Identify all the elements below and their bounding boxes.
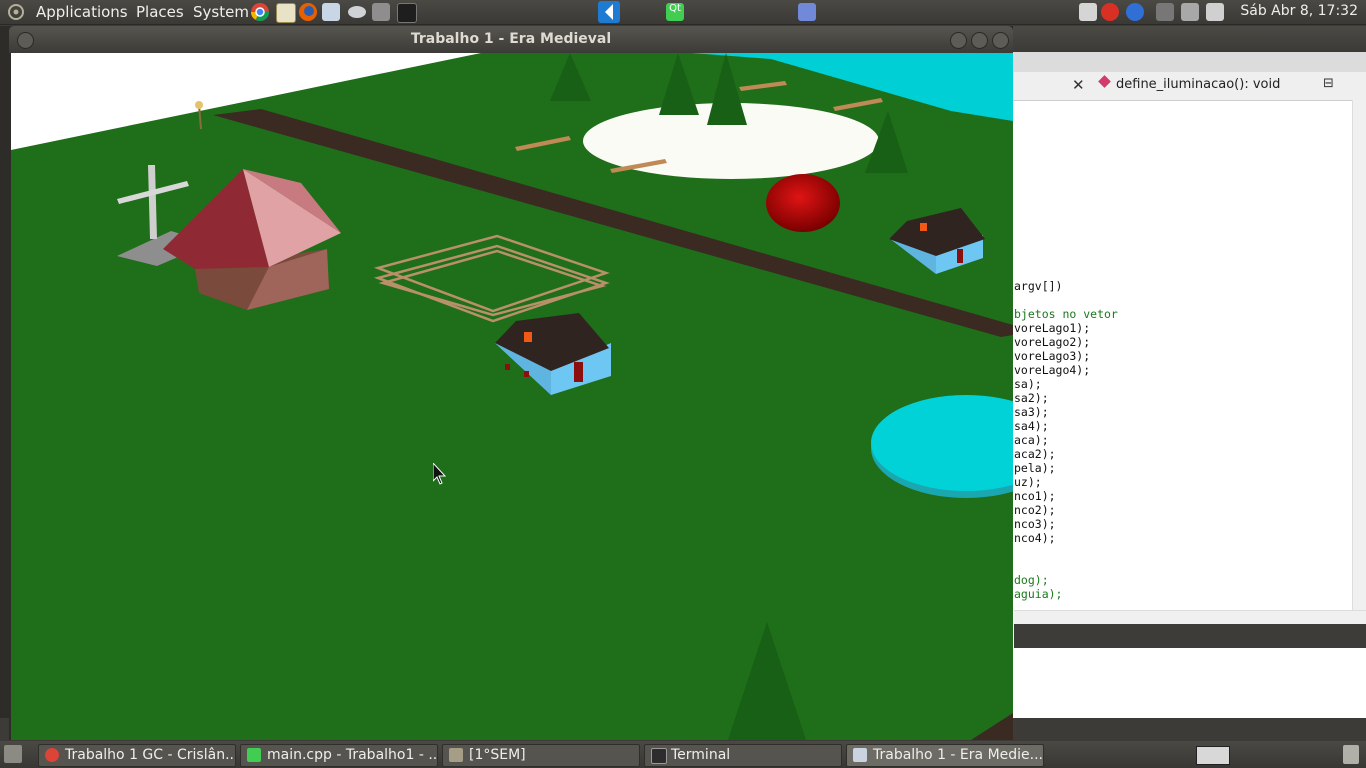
- vscode-icon[interactable]: [598, 1, 620, 23]
- code-line: bjetos no vetor: [1014, 307, 1118, 321]
- clock[interactable]: Sáb Abr 8, 17:32: [1240, 3, 1358, 19]
- gmail-icon[interactable]: [1101, 3, 1119, 21]
- function-combo[interactable]: define_iluminacao(): void: [1098, 77, 1308, 95]
- ide-output-panelbar: [1014, 624, 1366, 648]
- code-line: aguia);: [1014, 587, 1063, 601]
- qt-icon[interactable]: Qt: [666, 3, 684, 21]
- code-line: sa);: [1014, 377, 1042, 391]
- code-line: nco4);: [1014, 531, 1056, 545]
- task-folder[interactable]: [1°SEM]: [442, 744, 640, 767]
- system-menu[interactable]: System: [193, 3, 249, 21]
- volume-icon[interactable]: [1181, 3, 1199, 21]
- code-line: nco3);: [1014, 517, 1056, 531]
- gl-window-titlebar[interactable]: Trabalho 1 - Era Medieval: [9, 26, 1013, 53]
- text-editor-icon[interactable]: [276, 3, 296, 23]
- ide-vertical-scrollbar[interactable]: [1352, 100, 1366, 610]
- taskbar: Trabalho 1 GC - Crislân... main.cpp - Tr…: [0, 741, 1366, 768]
- workspace-switcher[interactable]: [1196, 746, 1230, 765]
- network-icon[interactable]: [346, 3, 368, 21]
- task-gl-window[interactable]: Trabalho 1 - Era Medie...: [846, 744, 1044, 767]
- terminal-launcher-icon[interactable]: [397, 3, 417, 23]
- ide-output-pane: [1014, 648, 1366, 718]
- code-line: voreLago4);: [1014, 363, 1091, 377]
- battery-icon[interactable]: [1206, 3, 1224, 21]
- code-line: aca);: [1014, 433, 1049, 447]
- chrome-icon[interactable]: [250, 2, 270, 22]
- task-terminal[interactable]: Terminal: [644, 744, 842, 767]
- split-editor-icon[interactable]: ⊟: [1323, 76, 1334, 91]
- medieval-3d-scene[interactable]: [11, 53, 1013, 740]
- minimize-button[interactable]: [950, 32, 967, 49]
- close-document-icon[interactable]: ✕: [1072, 76, 1085, 94]
- trash-icon[interactable]: [1343, 745, 1359, 764]
- ide-menubar: [1000, 52, 1366, 72]
- mouse-cursor-icon: [433, 463, 447, 485]
- code-line: uz);: [1014, 475, 1042, 489]
- code-line: aca2);: [1014, 447, 1056, 461]
- ide-editor-toolbar: ✕ define_iluminacao(): void ⊟: [1000, 72, 1366, 101]
- terminal-icon: [651, 748, 667, 764]
- task-chrome[interactable]: Trabalho 1 GC - Crislân...: [38, 744, 236, 767]
- gl-window: Trabalho 1 - Era Medieval: [9, 26, 1013, 740]
- applications-menu[interactable]: Applications: [36, 3, 128, 21]
- show-desktop-icon[interactable]: [4, 745, 22, 763]
- ide-horizontal-scrollbar[interactable]: [1014, 610, 1366, 625]
- code-line: nco2);: [1014, 503, 1056, 517]
- chrome-icon: [45, 748, 59, 762]
- firefox-icon[interactable]: [298, 2, 318, 22]
- file-manager-icon[interactable]: [322, 3, 340, 21]
- folder-icon: [449, 748, 463, 762]
- signal-icon[interactable]: [1156, 3, 1174, 21]
- bluetooth-icon[interactable]: [1126, 3, 1144, 21]
- window-icon: [853, 748, 867, 762]
- code-line: sa2);: [1014, 391, 1049, 405]
- ide-titlebar[interactable]: [1000, 26, 1366, 52]
- red-sphere: [766, 174, 840, 232]
- code-line: voreLago1);: [1014, 321, 1091, 335]
- code-line: nco1);: [1014, 489, 1056, 503]
- code-line: argv[]): [1014, 279, 1063, 293]
- code-editor[interactable]: argv[]) bjetos no vetor voreLago1); voreLa…: [1014, 279, 1118, 601]
- screenshot-icon[interactable]: [372, 3, 390, 21]
- code-line: pela);: [1014, 461, 1056, 475]
- code-line: voreLago2);: [1014, 335, 1091, 349]
- discord-icon[interactable]: [798, 3, 816, 21]
- qtcreator-icon: [247, 748, 261, 762]
- places-menu[interactable]: Places: [136, 3, 184, 21]
- code-line: dog);: [1014, 573, 1049, 587]
- code-line: voreLago3);: [1014, 349, 1091, 363]
- code-line: sa4);: [1014, 419, 1049, 433]
- top-panel: Applications Places System Qt Sáb Abr 8,…: [0, 0, 1366, 25]
- gl-window-title: Trabalho 1 - Era Medieval: [410, 31, 612, 47]
- ide-window: ✕ define_iluminacao(): void ⊟ argv[]) bj…: [1000, 26, 1366, 718]
- maximize-button[interactable]: [971, 32, 988, 49]
- close-button[interactable]: [992, 32, 1009, 49]
- ubuntu-logo-icon[interactable]: [6, 3, 26, 21]
- dropbox-icon[interactable]: [1079, 3, 1097, 21]
- code-line: sa3);: [1014, 405, 1049, 419]
- task-qtcreator[interactable]: main.cpp - Trabalho1 - ...: [240, 744, 438, 767]
